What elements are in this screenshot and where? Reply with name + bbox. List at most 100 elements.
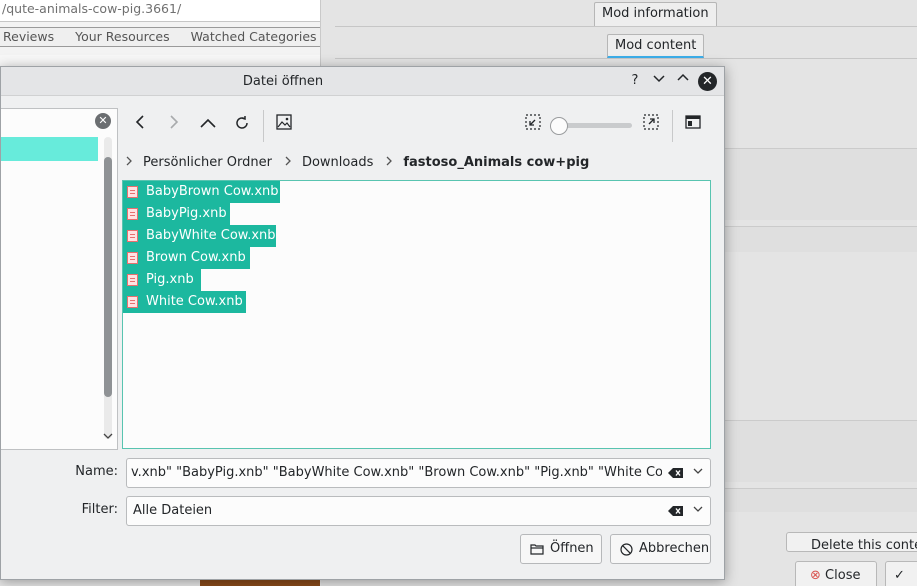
zoom-in-button[interactable]	[639, 114, 663, 138]
up-icon	[200, 118, 216, 128]
forward-button[interactable]	[162, 114, 186, 138]
selected-place[interactable]	[1, 137, 98, 161]
file-icon	[127, 296, 138, 308]
help-button[interactable]: ?	[626, 72, 644, 90]
check-icon: ✓	[894, 568, 905, 583]
places-panel[interactable]: ✕	[1, 108, 118, 450]
breadcrumb-home[interactable]: Persönlicher Ordner	[143, 155, 272, 170]
url-bar[interactable]: /qute-animals-cow-pig.3661/	[0, 0, 320, 22]
filter-dropdown-button[interactable]	[690, 497, 706, 525]
close-icon: ✕	[702, 74, 713, 89]
file-item[interactable]: BabyPig.xnb	[123, 203, 230, 225]
file-icon	[127, 186, 138, 198]
file-item[interactable]: BabyBrown Cow.xnb	[123, 181, 280, 203]
file-name: BabyBrown Cow.xnb	[146, 184, 279, 199]
filter-field[interactable]: Alle Dateien	[126, 496, 711, 526]
content-row	[725, 420, 917, 482]
browser-window: /qute-animals-cow-pig.3661/ Reviews Your…	[0, 0, 321, 66]
nav-reviews[interactable]: Reviews	[3, 28, 54, 46]
open-label: Öffnen	[550, 541, 594, 556]
zoom-in-icon	[643, 114, 659, 130]
file-list[interactable]: BabyBrown Cow.xnb BabyPig.xnb BabyWhite …	[122, 180, 711, 449]
dialog-title: Datei öffnen	[242, 74, 324, 89]
tab-mod-content[interactable]: Mod content	[607, 34, 705, 58]
file-name: BabyWhite Cow.xnb	[146, 228, 276, 243]
confirm-button[interactable]: ✓	[885, 561, 917, 586]
zoom-out-icon	[525, 114, 541, 130]
up-button[interactable]	[196, 114, 220, 138]
file-item[interactable]: Brown Cow.xnb	[123, 247, 250, 269]
minimize-button[interactable]	[650, 72, 668, 90]
scroll-down-arrow[interactable]	[101, 431, 115, 447]
zoom-slider-track[interactable]	[558, 123, 632, 128]
chevron-down-icon	[653, 75, 665, 83]
forward-icon	[170, 115, 179, 129]
panel-button[interactable]	[681, 114, 705, 138]
titlebar: Datei öffnen ? ✕	[1, 67, 724, 96]
file-name: White Cow.xnb	[146, 294, 243, 309]
preview-icon	[276, 114, 292, 130]
nav-your-resources[interactable]: Your Resources	[75, 28, 170, 46]
delete-content-button[interactable]: Delete this content	[786, 532, 917, 552]
close-circle-icon: ⊗	[810, 568, 821, 583]
cancel-button[interactable]: Abbrechen	[610, 534, 711, 564]
reload-icon	[236, 116, 248, 129]
content-row	[725, 148, 917, 220]
maximize-button[interactable]	[674, 72, 692, 90]
preview-button[interactable]	[272, 114, 296, 138]
chevron-down-icon	[693, 468, 703, 474]
chevron-right-icon	[284, 155, 292, 169]
clear-filter-button[interactable]: ✕	[95, 113, 111, 129]
file-item[interactable]: White Cow.xnb	[123, 291, 246, 313]
nav-watched-categories[interactable]: Watched Categories	[191, 28, 317, 46]
scrollbar-thumb[interactable]	[104, 157, 112, 397]
divider	[335, 58, 917, 59]
file-name: Brown Cow.xnb	[146, 250, 246, 265]
chevron-down-icon	[103, 433, 113, 439]
file-icon	[127, 208, 138, 220]
open-button[interactable]: Öffnen	[520, 534, 602, 564]
file-name: BabyPig.xnb	[146, 206, 227, 221]
name-dropdown-button[interactable]	[690, 459, 706, 487]
chevron-right-icon	[385, 155, 393, 169]
reload-button[interactable]	[230, 114, 254, 138]
folder-open-icon	[530, 544, 544, 555]
name-field[interactable]: v.xnb" "BabyPig.xnb" "BabyWhite Cow.xnb"…	[126, 458, 711, 488]
clear-text-icon[interactable]	[668, 505, 684, 517]
breadcrumb-downloads[interactable]: Downloads	[302, 155, 373, 170]
back-button[interactable]	[128, 114, 152, 138]
zoom-slider-handle[interactable]	[550, 117, 568, 135]
filter-input[interactable]: Alle Dateien	[133, 497, 662, 525]
panel-icon	[685, 115, 701, 129]
clear-text-icon[interactable]	[668, 467, 684, 479]
cancel-label: Abbrechen	[639, 541, 710, 556]
name-label: Name:	[75, 464, 118, 479]
open-file-dialog: Datei öffnen ? ✕ ✕ Persönlicher Ordner D…	[0, 66, 725, 580]
close-button[interactable]: ⊗ Close	[795, 561, 877, 586]
chevron-up-icon	[677, 73, 689, 81]
content-row	[725, 488, 917, 512]
chevron-down-icon	[693, 506, 703, 512]
name-input[interactable]: v.xnb" "BabyPig.xnb" "BabyWhite Cow.xnb"…	[131, 459, 662, 487]
toolbar-separator	[672, 110, 673, 142]
file-item[interactable]: Pig.xnb	[123, 269, 201, 291]
content-row	[725, 226, 917, 252]
breadcrumb-current-folder[interactable]: fastoso_Animals cow+pig	[403, 155, 589, 170]
page-strip	[0, 55, 320, 66]
file-item[interactable]: BabyWhite Cow.xnb	[123, 225, 276, 247]
close-label: Close	[825, 568, 861, 583]
back-icon	[135, 115, 144, 129]
zoom-out-button[interactable]	[521, 114, 545, 138]
divider	[335, 26, 917, 27]
toolbar-separator	[263, 110, 264, 142]
tab-mod-information[interactable]: Mod information	[594, 2, 717, 26]
site-nav: Reviews Your Resources Watched Categorie…	[0, 27, 320, 47]
filter-label: Filter:	[81, 502, 118, 517]
breadcrumb: Persönlicher Ordner Downloads fastoso_An…	[125, 153, 601, 171]
close-dialog-button[interactable]: ✕	[698, 72, 717, 91]
file-icon	[127, 230, 138, 242]
file-icon	[127, 252, 138, 264]
file-icon	[127, 274, 138, 286]
file-name: Pig.xnb	[146, 272, 194, 287]
chevron-right-icon	[125, 155, 133, 169]
